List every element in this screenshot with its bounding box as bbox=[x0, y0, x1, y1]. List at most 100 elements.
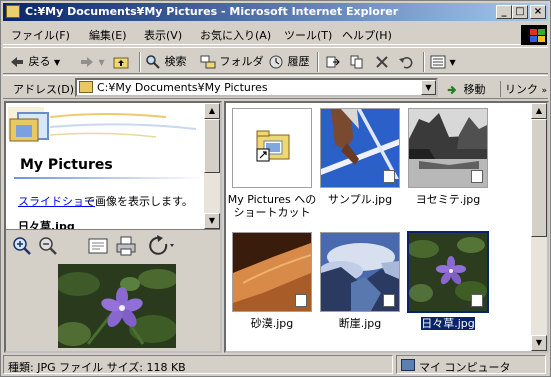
file-caption[interactable]: ヨセミテ.jpg bbox=[400, 193, 496, 206]
minimize-button[interactable]: _ bbox=[496, 5, 512, 19]
image-file-icon bbox=[471, 170, 483, 183]
scroll-thumb[interactable] bbox=[531, 119, 547, 237]
file-caption-text: サンプル.jpg bbox=[327, 193, 393, 206]
menu-help[interactable]: ヘルプ(H) bbox=[342, 27, 392, 43]
go-button[interactable]: 移動 bbox=[446, 81, 486, 97]
image-file-icon bbox=[295, 294, 307, 307]
history-icon bbox=[269, 55, 283, 69]
status-bar: 種類: JPG ファイル サイズ: 118 KB マイ コンピュータ bbox=[3, 355, 548, 375]
menu-edit[interactable]: 編集(E) bbox=[89, 27, 127, 43]
undo-icon bbox=[399, 57, 413, 69]
folder-title: My Pictures bbox=[20, 157, 113, 173]
scroll-up-icon[interactable]: ▲ bbox=[531, 103, 547, 119]
print-button[interactable] bbox=[114, 234, 138, 258]
file-caption-line: My Pictures への bbox=[227, 193, 317, 206]
preview-image bbox=[58, 264, 176, 348]
scroll-down-icon[interactable]: ▼ bbox=[204, 213, 220, 229]
windows-logo-icon bbox=[521, 25, 547, 45]
thumbnail-cliff[interactable] bbox=[320, 232, 400, 312]
delete-button[interactable] bbox=[374, 52, 390, 72]
address-input[interactable]: C:¥My Documents¥My Pictures ▼ bbox=[75, 78, 438, 97]
menu-bar: ファイル(F) 編集(E) 表示(V) お気に入り(A) ツール(T) ヘルプ(… bbox=[3, 23, 548, 45]
copy-to-button[interactable] bbox=[349, 52, 365, 72]
status-zone-label: マイ コンピュータ bbox=[419, 361, 511, 374]
file-caption[interactable]: 砂漠.jpg bbox=[226, 317, 320, 330]
maximize-button[interactable]: □ bbox=[512, 5, 528, 19]
forward-dropdown-icon[interactable]: ▼ bbox=[99, 58, 105, 67]
folders-icon bbox=[200, 55, 216, 69]
file-caption-text: 日々草.jpg bbox=[420, 316, 476, 331]
title-bar[interactable]: C:¥My Documents¥My Pictures - Microsoft … bbox=[3, 3, 548, 21]
folder-banner-icon bbox=[6, 103, 206, 155]
thumbnail-sample[interactable] bbox=[320, 108, 400, 188]
scroll-down-icon[interactable]: ▼ bbox=[531, 335, 547, 351]
views-icon bbox=[430, 55, 446, 69]
thumbnail-shortcut[interactable] bbox=[232, 108, 312, 188]
scroll-up-icon[interactable]: ▲ bbox=[204, 103, 220, 119]
menu-file[interactable]: ファイル(F) bbox=[11, 27, 70, 43]
rotate-icon bbox=[149, 235, 174, 255]
toolbar-separator bbox=[423, 52, 425, 72]
up-button[interactable] bbox=[113, 52, 129, 72]
menu-view[interactable]: 表示(V) bbox=[144, 27, 182, 43]
thumbnail-periwinkle[interactable] bbox=[407, 231, 489, 313]
status-zone: マイ コンピュータ bbox=[396, 355, 546, 374]
file-caption-text: ヨセミテ.jpg bbox=[415, 193, 481, 206]
links-button[interactable]: リンク » bbox=[500, 81, 547, 97]
zoom-out-button[interactable] bbox=[36, 234, 60, 258]
address-label: アドレス(D) bbox=[13, 83, 75, 96]
history-button[interactable]: 履歴 bbox=[268, 52, 310, 72]
image-view-button[interactable] bbox=[86, 234, 110, 258]
file-caption-line: ショートカット bbox=[233, 206, 311, 219]
thumbnail-desert[interactable] bbox=[232, 232, 312, 312]
file-caption[interactable]: サンプル.jpg bbox=[312, 193, 408, 206]
back-button[interactable]: 戻る ▼ bbox=[9, 52, 60, 72]
back-dropdown-icon[interactable]: ▼ bbox=[54, 58, 60, 67]
computer-icon bbox=[401, 359, 415, 371]
search-label: 検索 bbox=[164, 55, 187, 68]
left-pane-scrollbar[interactable]: ▲ ▼ bbox=[204, 103, 220, 229]
right-pane-scrollbar[interactable]: ▲ ▼ bbox=[531, 103, 547, 351]
title-underline bbox=[14, 177, 204, 179]
image-file-icon bbox=[471, 294, 483, 307]
scroll-thumb[interactable] bbox=[204, 119, 220, 173]
move-to-button[interactable] bbox=[325, 52, 341, 72]
back-arrow-icon bbox=[11, 57, 23, 67]
file-caption[interactable]: My Pictures への ショートカット bbox=[226, 193, 320, 219]
delete-icon bbox=[376, 56, 388, 68]
thumbnail-yosemite[interactable] bbox=[408, 108, 488, 188]
file-caption[interactable]: 断崖.jpg bbox=[312, 317, 408, 330]
go-arrow-icon bbox=[447, 85, 457, 95]
links-label: リンク bbox=[505, 83, 538, 96]
move-to-icon bbox=[326, 56, 340, 68]
rotate-button[interactable] bbox=[146, 234, 174, 258]
back-label: 戻る bbox=[28, 55, 51, 68]
search-button[interactable]: 検索 bbox=[145, 52, 187, 72]
window-title: C:¥My Documents¥My Pictures - Microsoft … bbox=[25, 5, 399, 18]
address-dropdown-icon[interactable]: ▼ bbox=[421, 80, 436, 95]
zoom-in-button[interactable] bbox=[10, 234, 34, 258]
forward-arrow-icon bbox=[81, 57, 93, 67]
address-bar: アドレス(D) C:¥My Documents¥My Pictures ▼ 移動… bbox=[3, 75, 548, 99]
folder-icon bbox=[6, 5, 20, 18]
views-dropdown-icon[interactable]: ▼ bbox=[450, 58, 456, 67]
menu-tools[interactable]: ツール(T) bbox=[284, 27, 332, 43]
views-button[interactable]: ▼ bbox=[430, 52, 456, 72]
copy-to-icon bbox=[350, 55, 363, 69]
go-label: 移動 bbox=[463, 83, 486, 96]
file-caption-text: 断崖.jpg bbox=[338, 317, 382, 330]
folder-icon bbox=[79, 81, 93, 93]
slideshow-text: で画像を表示します。 bbox=[84, 195, 193, 208]
folders-button[interactable]: フォルダ bbox=[200, 52, 264, 72]
ie-window: C:¥My Documents¥My Pictures - Microsoft … bbox=[0, 0, 551, 377]
search-icon bbox=[146, 55, 160, 69]
file-caption-selected[interactable]: 日々草.jpg bbox=[400, 316, 496, 331]
forward-button[interactable]: ▼ bbox=[79, 52, 105, 72]
printer-icon bbox=[116, 236, 136, 256]
image-view-icon bbox=[88, 238, 108, 254]
close-button[interactable]: × bbox=[530, 5, 546, 19]
undo-button[interactable] bbox=[398, 52, 414, 72]
menu-favorites[interactable]: お気に入り(A) bbox=[200, 27, 271, 43]
history-label: 履歴 bbox=[287, 55, 310, 68]
file-caption-text: 砂漠.jpg bbox=[250, 317, 294, 330]
